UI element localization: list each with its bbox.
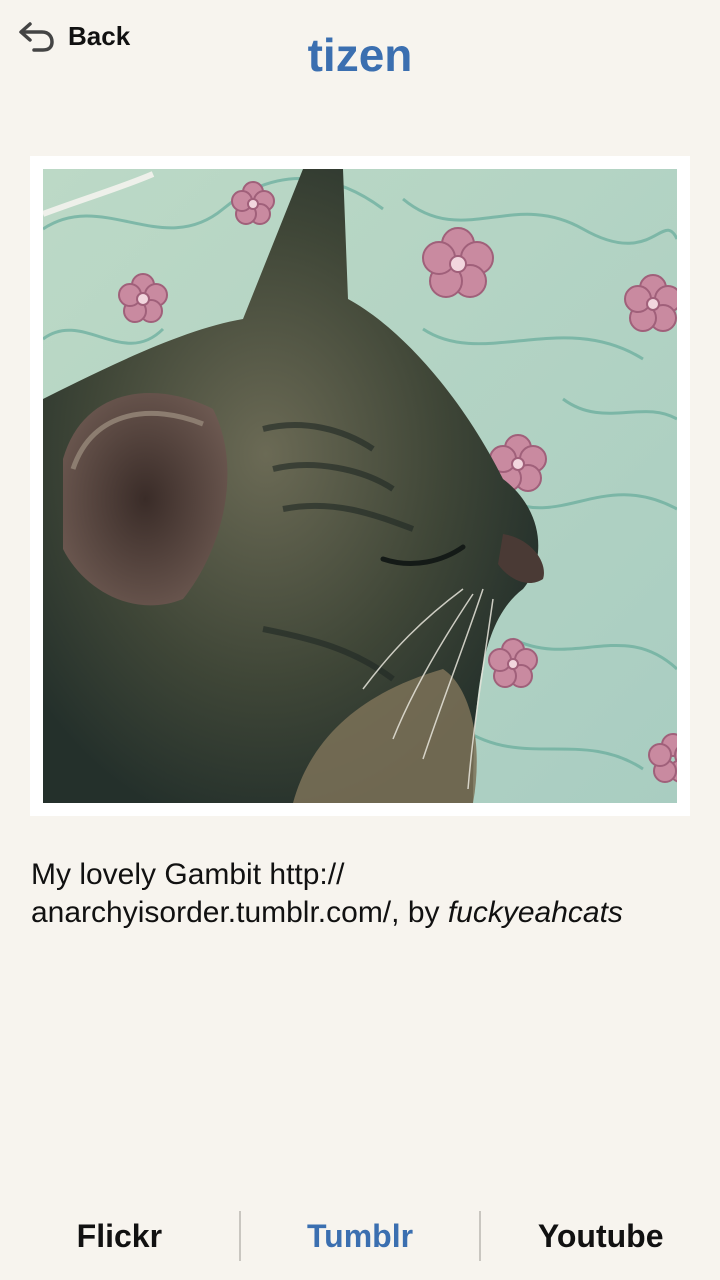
author-link[interactable]: fuckyeahcats xyxy=(448,896,623,929)
kitten-photo[interactable] xyxy=(43,169,677,803)
tab-youtube[interactable]: Youtube xyxy=(481,1200,720,1272)
tab-flickr[interactable]: Flickr xyxy=(0,1200,239,1272)
caption-text: My lovely Gambit http:// anarchyisorder.… xyxy=(31,858,448,929)
app-screen: Back tizen My lovely Gambit http:// anar… xyxy=(0,0,720,1280)
photo-frame xyxy=(30,156,690,816)
tab-tumblr[interactable]: Tumblr xyxy=(241,1200,480,1272)
photo-caption: My lovely Gambit http:// anarchyisorder.… xyxy=(31,856,691,932)
page-title: tizen xyxy=(307,29,413,81)
bottom-tab-bar: Flickr Tumblr Youtube xyxy=(0,1200,720,1272)
